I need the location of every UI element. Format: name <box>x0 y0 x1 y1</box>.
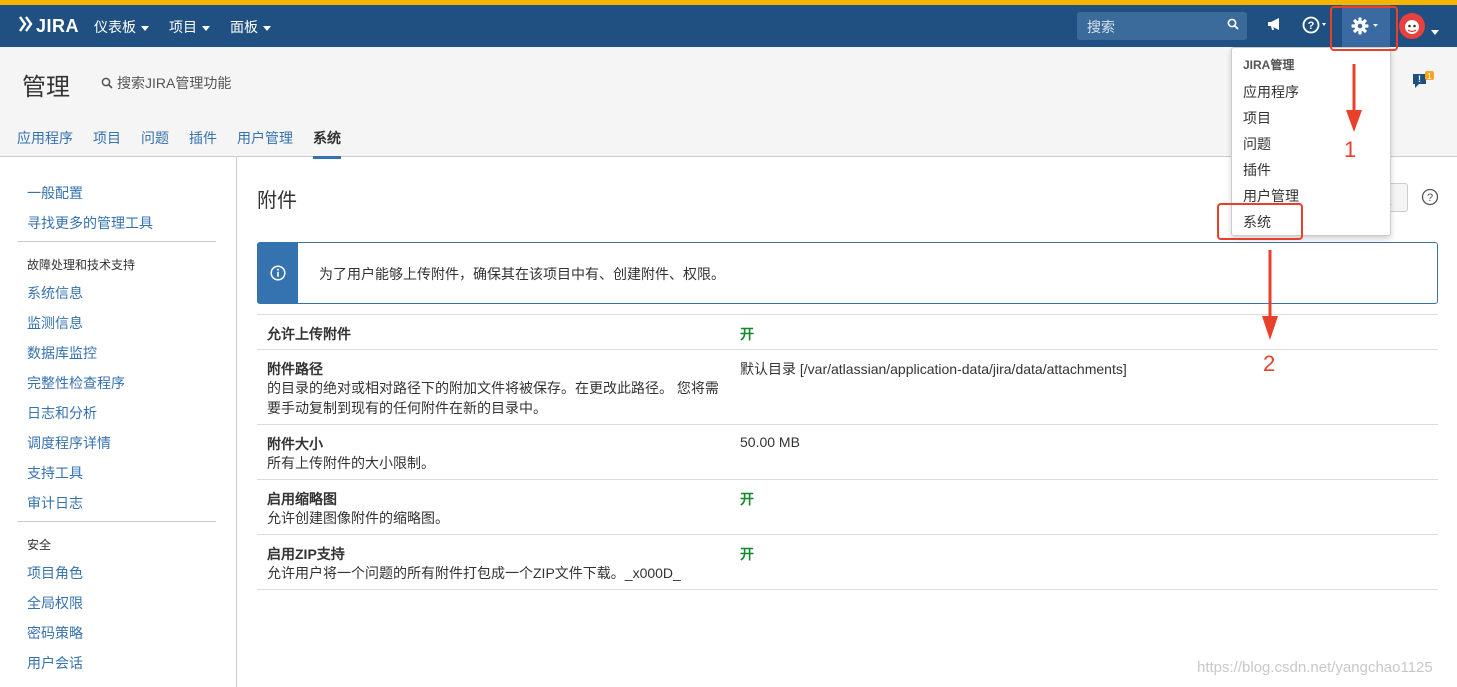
sidebar-item-user-sessions[interactable]: 用户会话 <box>27 653 83 673</box>
chevron-down-icon[interactable] <box>1430 23 1440 39</box>
table-bottom-border <box>257 589 1438 590</box>
svg-text:?: ? <box>1427 192 1433 204</box>
annotation-arrow-1 <box>1346 64 1362 132</box>
sidebar-item-password-policy[interactable]: 密码策略 <box>27 623 83 643</box>
highlight-box-system <box>1217 203 1303 240</box>
setting-value: 开 <box>740 491 754 507</box>
setting-description: 所有上传附件的大小限制。 <box>267 455 435 471</box>
search-icon <box>101 77 113 89</box>
svg-text:1: 1 <box>1427 72 1432 81</box>
svg-text:?: ? <box>1308 20 1315 32</box>
settings-row-attachment-size: 附件大小 所有上传附件的大小限制。 50.00 MB <box>257 424 1438 479</box>
info-text: 为了用户能够上传附件，确保其在该项目中有、创建附件、权限。 <box>319 266 725 282</box>
settings-row-zip-support: 启用ZIP支持 允许用户将一个问题的所有附件打包成一个ZIP文件下载。_x000… <box>257 534 1438 589</box>
sidebar-item-find-more-admin-tools[interactable]: 寻找更多的管理工具 <box>27 213 153 233</box>
user-avatar[interactable] <box>1399 13 1425 39</box>
sidebar-item-instrumentation[interactable]: 监测信息 <box>27 313 83 333</box>
sidebar-divider <box>17 521 216 522</box>
setting-name: 允许上传附件 <box>267 326 351 342</box>
sidebar-item-integrity-checker[interactable]: 完整性检查程序 <box>27 373 125 393</box>
chevron-down-icon <box>141 25 149 31</box>
chevron-down-icon <box>263 25 271 31</box>
setting-value: 开 <box>740 546 754 562</box>
setting-name: 附件路径 <box>267 361 323 377</box>
setting-description: 的目录的绝对或相对路径下的附加文件将被保存。在更改此路径。 您将需要手动复制到现… <box>267 380 719 416</box>
annotation-step-1: 1 <box>1344 137 1357 162</box>
info-sidebar <box>258 243 298 303</box>
section-title: 附件 <box>257 190 297 212</box>
sidebar-item-logging-profiling[interactable]: 日志和分析 <box>27 403 97 423</box>
top-navigation-bar: JIRA 仪表板 项目 面板 搜索 ? <box>0 5 1457 47</box>
tab-system[interactable]: 系统 <box>313 128 341 159</box>
highlight-box-gear <box>1330 6 1398 51</box>
setting-value: 50.00 MB <box>740 434 800 450</box>
setting-description: 允许创建图像附件的缩略图。 <box>267 510 449 526</box>
svg-text:!: ! <box>1418 74 1421 84</box>
dropdown-heading: JIRA管理 <box>1243 58 1295 72</box>
chevron-down-icon <box>202 25 210 31</box>
logo-text: JIRA <box>36 16 80 36</box>
jira-logo[interactable]: JIRA <box>18 15 79 38</box>
setting-description: 允许用户将一个问题的所有附件打包成一个ZIP文件下载。_x000D_ <box>267 565 681 581</box>
sidebar-item-support-tools[interactable]: 支持工具 <box>27 463 83 483</box>
dropdown-item-add-ons[interactable]: 插件 <box>1243 160 1271 180</box>
admin-search-field[interactable]: 搜索JIRA管理功能 <box>101 73 231 93</box>
dropdown-item-issues[interactable]: 问题 <box>1243 134 1271 154</box>
dropdown-item-projects[interactable]: 项目 <box>1243 108 1271 128</box>
help-icon[interactable]: ? <box>1421 188 1439 209</box>
setting-value: 默认目录 [/var/atlassian/application-data/ji… <box>740 361 1127 377</box>
setting-name: 启用ZIP支持 <box>267 546 345 562</box>
tab-applications[interactable]: 应用程序 <box>17 128 73 148</box>
sidebar-section-security: 安全 <box>27 538 52 552</box>
sidebar-item-system-info[interactable]: 系统信息 <box>27 283 83 303</box>
nav-boards[interactable]: 面板 <box>230 17 271 37</box>
page-title: 管理 <box>22 74 70 101</box>
tab-user-management[interactable]: 用户管理 <box>237 128 293 148</box>
help-menu-icon[interactable]: ? <box>1302 15 1330 38</box>
annotation-arrow-2 <box>1262 250 1278 340</box>
search-icon <box>1227 18 1239 30</box>
sidebar-item-global-permissions[interactable]: 全局权限 <box>27 593 83 613</box>
settings-row-attachment-path: 附件路径 的目录的绝对或相对路径下的附加文件将被保存。在更改此路径。 您将需要手… <box>257 349 1438 424</box>
atlassian-logo-icon <box>18 15 34 38</box>
info-icon <box>270 265 286 281</box>
sidebar-item-scheduler-details[interactable]: 调度程序详情 <box>27 433 111 453</box>
sidebar-item-project-roles[interactable]: 项目角色 <box>27 563 83 583</box>
dropdown-item-applications[interactable]: 应用程序 <box>1243 82 1299 102</box>
settings-row-thumbnails: 启用缩略图 允许创建图像附件的缩略图。 开 <box>257 479 1438 534</box>
megaphone-icon[interactable] <box>1266 15 1284 36</box>
setting-name: 启用缩略图 <box>267 491 337 507</box>
setting-name: 附件大小 <box>267 436 323 452</box>
sidebar-item-database-monitoring[interactable]: 数据库监控 <box>27 343 97 363</box>
nav-projects[interactable]: 项目 <box>169 17 210 37</box>
sidebar-item-audit-log[interactable]: 审计日志 <box>27 493 83 513</box>
tab-issues[interactable]: 问题 <box>141 128 169 148</box>
tab-projects[interactable]: 项目 <box>93 128 121 148</box>
nav-dashboards[interactable]: 仪表板 <box>94 17 149 37</box>
annotation-step-2: 2 <box>1263 351 1276 376</box>
sidebar-item-general-configuration[interactable]: 一般配置 <box>27 183 83 203</box>
quick-search-input[interactable]: 搜索 <box>1077 12 1247 40</box>
watermark: https://blog.csdn.net/yangchao1125 <box>1197 659 1433 676</box>
setting-value: 开 <box>740 326 754 342</box>
sidebar: 一般配置 寻找更多的管理工具 故障处理和技术支持 系统信息 监测信息 数据库监控… <box>0 157 237 687</box>
sidebar-divider <box>17 241 216 242</box>
notifications-icon[interactable]: ! 1 <box>1411 71 1435 96</box>
sidebar-section-troubleshooting: 故障处理和技术支持 <box>27 258 136 272</box>
tab-add-ons[interactable]: 插件 <box>189 128 217 148</box>
